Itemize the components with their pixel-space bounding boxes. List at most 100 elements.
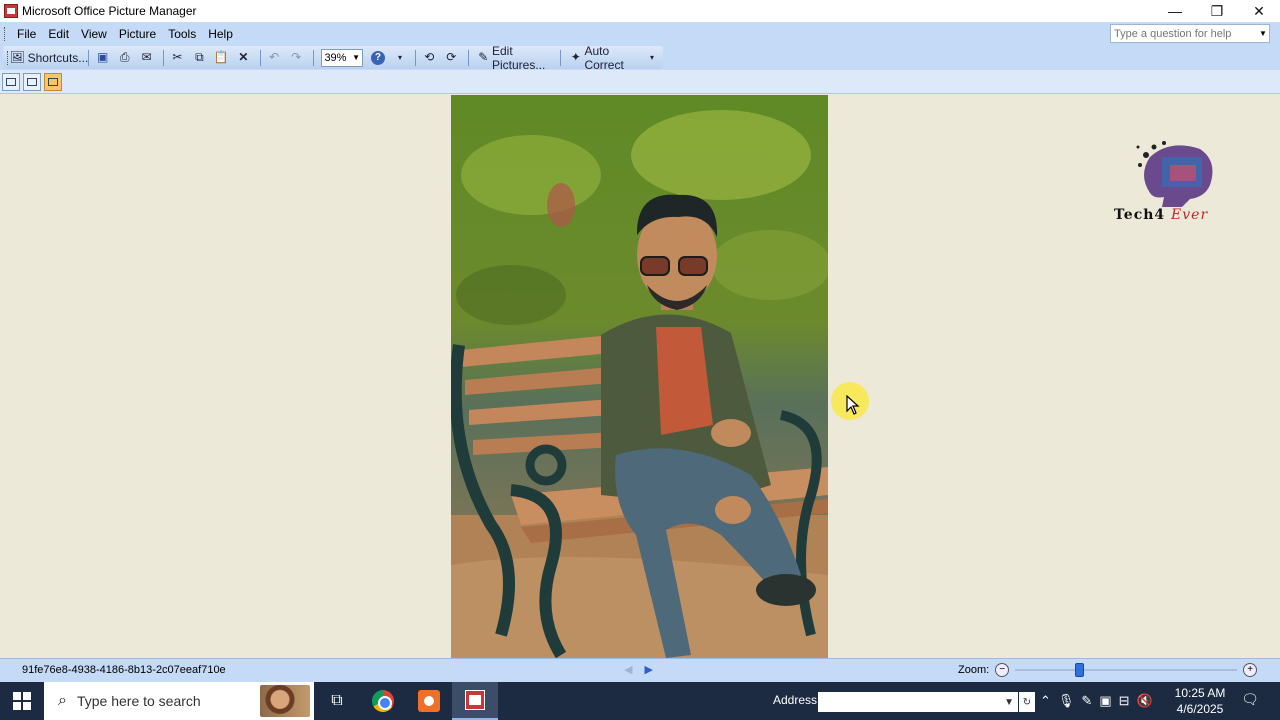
toolbar-separator (259, 49, 261, 66)
previous-picture-button[interactable]: ◀ (624, 663, 632, 676)
best-fit-button[interactable]: ? (368, 48, 388, 68)
taskbar-chrome[interactable] (360, 682, 406, 720)
menu-grip-handle[interactable] (4, 26, 7, 41)
print-icon: ⎙ (119, 50, 130, 64)
window-controls: — ❐ ✕ (1154, 0, 1280, 22)
print-button[interactable]: ⎙ (116, 48, 136, 68)
clock-time: 10:25 AM (1174, 686, 1226, 700)
cut-button[interactable]: ✂ (169, 48, 189, 68)
zoom-slider[interactable] (1015, 662, 1238, 678)
rotate-left-icon: ⟲ (424, 50, 435, 64)
address-dropdown-icon[interactable]: ▼ (1004, 697, 1014, 708)
zoom-select[interactable]: 39% ▼ (321, 48, 363, 67)
menu-tools[interactable]: Tools (162, 27, 202, 41)
zoom-slider-thumb[interactable] (1075, 663, 1085, 677)
network-icon[interactable]: ⊟ (1119, 693, 1130, 709)
cut-icon: ✂ (172, 50, 183, 64)
task-view-button[interactable]: ⧉ (314, 682, 360, 720)
copy-button[interactable]: ⧉ (191, 48, 211, 68)
toolbar-options-button[interactable]: ▾ (390, 48, 410, 68)
single-picture-view-button[interactable] (44, 72, 62, 91)
taskbar-clock[interactable]: 10:25 AM 4/6/2025 (1170, 685, 1230, 717)
zoom-control: Zoom: − + (958, 662, 1258, 678)
next-picture-button[interactable]: ▶ (644, 663, 652, 676)
thumbnail-view-button[interactable] (2, 72, 20, 91)
rotate-left-button[interactable]: ⟲ (421, 48, 441, 68)
menu-help[interactable]: Help (202, 27, 239, 41)
toolbar-overflow-icon: ▾ (649, 53, 654, 62)
toolbar-options-icon: ▾ (397, 53, 402, 62)
watermark-brand-main: Tech4 (1114, 207, 1166, 223)
menu-view[interactable]: View (75, 27, 113, 41)
filmstrip-view-icon (27, 77, 37, 86)
toolbar-separator (88, 49, 90, 66)
menu-edit[interactable]: Edit (42, 27, 75, 41)
tech4ever-watermark-logo: Tech4 Ever (1110, 135, 1250, 227)
toolbar-separator (467, 49, 469, 66)
action-center-icon[interactable]: 🗨 (1240, 691, 1260, 711)
taskbar-search-box[interactable]: ⌕ Type here to search (44, 682, 314, 720)
search-placeholder: Type here to search (76, 693, 201, 709)
view-toolbar (0, 70, 1280, 94)
displayed-picture[interactable] (451, 95, 828, 658)
auto-correct-button[interactable]: ✦ Auto Correct (566, 44, 640, 72)
save-button[interactable]: ▣ (94, 48, 114, 68)
save-icon: ▣ (96, 50, 109, 64)
restore-button[interactable]: ❐ (1196, 0, 1238, 22)
paste-icon: 📋 (213, 50, 229, 64)
email-icon: ✉ (141, 50, 152, 64)
edit-pictures-button[interactable]: ✎ Edit Pictures... (474, 44, 556, 72)
undo-button[interactable]: ↶ (266, 48, 286, 68)
delete-button[interactable]: ✕ (235, 48, 255, 68)
taskbar-picture-manager[interactable] (452, 682, 498, 720)
rotate-right-button[interactable]: ⟳ (443, 48, 463, 68)
windows-logo-icon (13, 692, 31, 710)
title-bar: Microsoft Office Picture Manager — ❐ ✕ (0, 0, 1280, 22)
toolbar-separator (414, 49, 416, 66)
shortcuts-label: Shortcuts... (27, 50, 89, 65)
email-button[interactable]: ✉ (138, 48, 158, 68)
toolbar-overflow-button[interactable]: ▾ (642, 48, 662, 68)
single-picture-view-icon (48, 77, 58, 86)
zoom-out-icon[interactable]: − (995, 663, 1010, 677)
picture-canvas[interactable]: Tech4 Ever (0, 95, 1280, 658)
close-button[interactable]: ✕ (1238, 0, 1280, 22)
redo-icon: ↷ (291, 50, 302, 64)
filmstrip-view-button[interactable] (23, 72, 41, 91)
redo-button[interactable]: ↷ (288, 48, 308, 68)
input-method-icon[interactable]: ✎ (1081, 693, 1092, 709)
help-search-input[interactable] (1111, 25, 1257, 42)
shortcuts-button[interactable]: 🖼 Shortcuts... (10, 48, 89, 68)
zoom-slider-track (1015, 669, 1238, 671)
zoom-value: 39% (324, 51, 347, 64)
volume-muted-icon[interactable]: 🔇 (1137, 693, 1153, 709)
meet-now-icon[interactable]: ▣ (1099, 693, 1111, 709)
zoom-label: Zoom: (958, 664, 990, 676)
menu-file[interactable]: File (11, 27, 42, 41)
standard-toolbar: 🖼 Shortcuts... ▣ ⎙ ✉ ✂ ⧉ 📋 ✕ ↶ ↷ 39% ▼ ?… (0, 44, 1280, 72)
task-view-icon: ⧉ (331, 692, 343, 709)
minimize-button[interactable]: — (1154, 0, 1196, 22)
taskbar-orange-app[interactable] (406, 682, 452, 720)
status-bar: 91fe76e8-4938-4186-8b13-2c07eeaf710e ◀ ▶… (0, 658, 1280, 682)
address-go-button[interactable]: ↻ (1019, 692, 1035, 712)
menu-picture[interactable]: Picture (113, 27, 162, 41)
show-hidden-icons-icon[interactable]: ⌃ (1040, 693, 1051, 709)
auto-correct-label: Auto Correct (584, 43, 624, 72)
address-input[interactable]: ▼ (818, 692, 1018, 712)
zoom-in-icon[interactable]: + (1243, 663, 1258, 677)
search-highlight-image (260, 685, 310, 717)
delete-icon: ✕ (238, 50, 249, 64)
clock-date: 4/6/2025 (1176, 702, 1224, 716)
microphone-icon[interactable]: 🎙 (1058, 693, 1075, 709)
best-fit-icon: ? (370, 50, 385, 65)
picture-manager-app-icon[interactable] (4, 4, 18, 18)
window-title: Microsoft Office Picture Manager (22, 4, 197, 18)
brain-logo-icon (1136, 141, 1213, 207)
help-dropdown-icon[interactable]: ▼ (1257, 29, 1269, 38)
paste-button[interactable]: 📋 (213, 48, 233, 68)
windows-taskbar: ⌕ Type here to search ⧉ Address ▼ ↻ ⌃ 🎙 … (0, 682, 1280, 720)
address-toolbar-label: Address (773, 693, 818, 707)
watermark-brand-text: Tech4 Ever (1114, 207, 1208, 223)
start-button[interactable] (0, 682, 44, 720)
